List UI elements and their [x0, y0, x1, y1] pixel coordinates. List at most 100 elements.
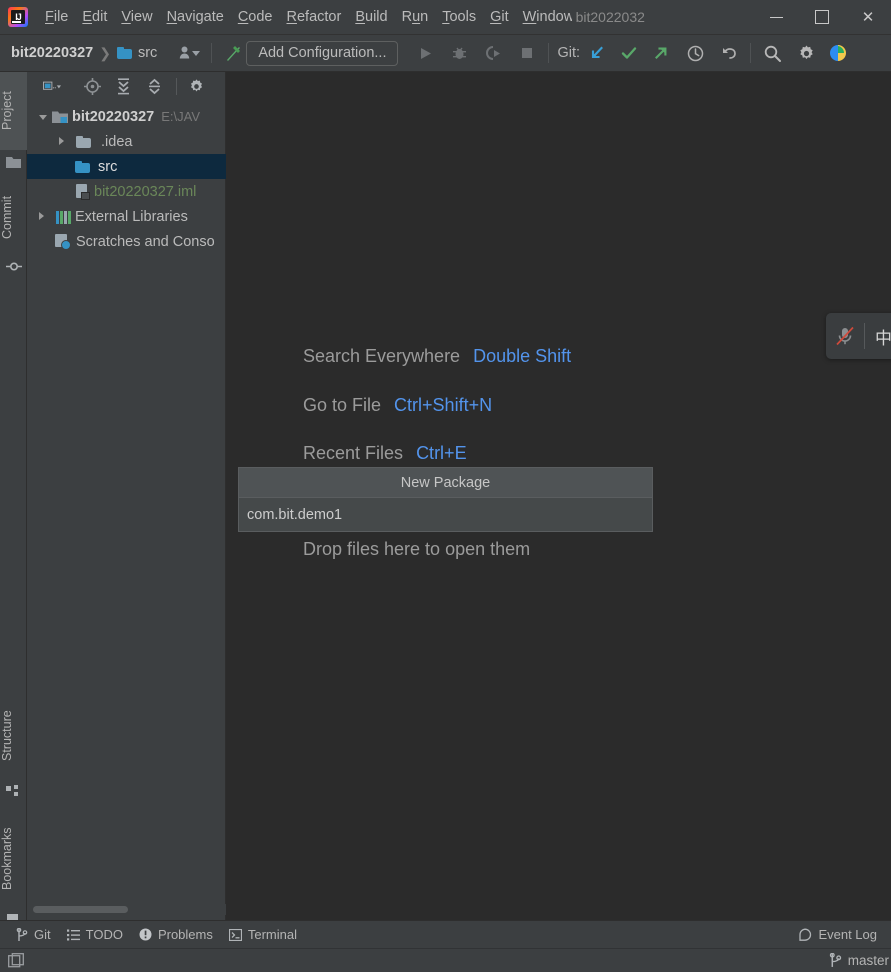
tree-label-module: bit20220327 — [72, 108, 155, 125]
new-package-name-input[interactable]: com.bit.demo1 — [239, 498, 652, 531]
hint-shortcut-recent-files: Ctrl+E — [416, 443, 467, 463]
new-package-popup: New Package com.bit.demo1 — [238, 467, 653, 532]
menu-code[interactable]: Code — [231, 7, 280, 27]
event-log-icon — [798, 928, 812, 942]
project-horizontal-scrollbar[interactable] — [27, 904, 226, 915]
menu-build[interactable]: Build — [348, 7, 394, 27]
minimize-button[interactable] — [753, 0, 799, 35]
sidebar-item-project[interactable]: Project — [0, 72, 27, 150]
menu-tools[interactable]: Tools — [435, 7, 483, 27]
toolwindow-terminal-label: Terminal — [247, 927, 297, 942]
toolwindow-terminal[interactable]: Terminal — [228, 927, 297, 942]
terminal-icon — [228, 928, 242, 941]
sidebar-item-commit[interactable]: Commit — [0, 180, 27, 255]
hint-shortcut-go-to-file: Ctrl+Shift+N — [394, 395, 493, 415]
hint-label-search-everywhere: Search Everywhere — [303, 346, 461, 366]
plugin-icon[interactable] — [825, 40, 851, 66]
breadcrumb-project[interactable]: bit20220327 — [11, 45, 93, 61]
settings-gear-icon[interactable] — [187, 77, 205, 95]
structure-icon[interactable] — [6, 785, 21, 800]
close-button[interactable]: ✕ — [845, 0, 891, 35]
project-folder-icon[interactable] — [6, 156, 21, 171]
git-branch-icon — [16, 927, 28, 942]
hint-drop-files: Drop files here to open them — [303, 539, 531, 559]
run-with-coverage-icon[interactable] — [480, 40, 506, 66]
tree-row-module[interactable]: bit20220327 E:\JAV — [27, 104, 226, 129]
stop-icon[interactable] — [514, 40, 540, 66]
status-bar-branch[interactable]: master — [829, 953, 889, 968]
toolwindow-event-log-label: Event Log — [818, 927, 877, 942]
git-update-project-icon[interactable] — [584, 40, 610, 66]
project-view-select-icon[interactable] — [43, 77, 61, 95]
window-controls: ✕ — [753, 0, 891, 35]
scratches-icon — [55, 233, 71, 250]
menu-view[interactable]: View — [114, 7, 159, 27]
maximize-button[interactable] — [799, 0, 845, 35]
run-icon[interactable] — [412, 40, 438, 66]
sidebar-item-structure[interactable]: Structure — [0, 692, 27, 780]
hint-label-recent-files: Recent Files — [303, 443, 404, 463]
git-rollback-icon[interactable] — [716, 40, 742, 66]
menu-window[interactable]: Window — [516, 7, 572, 27]
tree-module-path: E:\JAV — [161, 109, 201, 124]
tree-label-src: src — [98, 158, 118, 175]
menu-file[interactable]: File — [38, 7, 75, 27]
add-configuration-button[interactable]: Add Configuration... — [246, 40, 399, 66]
project-panel-toolbar — [27, 72, 225, 100]
ime-language-indicator[interactable]: 中 — [865, 324, 891, 349]
toolbar-divider — [211, 43, 213, 63]
microphone-muted-icon[interactable] — [826, 325, 864, 347]
status-bar: master — [0, 948, 891, 972]
expand-all-icon[interactable] — [114, 77, 132, 95]
commit-icon[interactable] — [6, 260, 22, 275]
hint-shortcut-search-everywhere: Double Shift — [473, 346, 572, 366]
folder-icon — [76, 135, 91, 148]
tree-row-external-libraries[interactable]: External Libraries — [27, 204, 226, 229]
git-commit-icon[interactable] — [616, 40, 642, 66]
user-dropdown-icon[interactable] — [177, 40, 203, 66]
left-tool-window-strip: Project Commit Structure Bookmarks — [0, 72, 27, 929]
collapse-all-icon[interactable] — [145, 77, 163, 95]
toolbar-divider-3 — [750, 43, 752, 63]
tree-row-scratches[interactable]: Scratches and Conso — [27, 229, 226, 254]
menu-git[interactable]: Git — [483, 7, 516, 27]
toggle-tool-windows-icon[interactable] — [8, 952, 24, 969]
git-label: Git: — [557, 45, 581, 61]
search-everywhere-icon[interactable] — [759, 40, 785, 66]
todo-list-icon — [66, 929, 80, 941]
breadcrumb-src[interactable]: src — [138, 45, 157, 61]
chevron-right-icon[interactable] — [55, 135, 69, 149]
project-tool-window: bit20220327 E:\JAV .idea src bit20220327… — [27, 72, 226, 920]
intellij-idea-logo-icon: IJ — [8, 7, 28, 27]
scroll-from-source-icon[interactable] — [83, 77, 101, 95]
hint-label-go-to-file: Go to File — [303, 395, 382, 415]
scrollbar-thumb[interactable] — [33, 906, 128, 913]
tree-row-idea[interactable]: .idea — [27, 129, 226, 154]
build-hammer-icon[interactable] — [220, 40, 246, 66]
menu-edit[interactable]: Edit — [75, 7, 114, 27]
chevron-right-icon[interactable] — [35, 210, 49, 224]
toolwindow-problems[interactable]: Problems — [139, 927, 213, 942]
settings-gear-icon[interactable] — [793, 40, 819, 66]
toolbar-divider-2 — [548, 43, 550, 63]
tree-row-src[interactable]: src — [27, 154, 226, 179]
toolwindow-todo[interactable]: TODO — [66, 927, 123, 942]
idea-window: IJ File Edit View Navigate Code Refactor… — [0, 0, 891, 972]
toolwindow-todo-label: TODO — [85, 927, 123, 942]
debug-icon[interactable] — [446, 40, 472, 66]
git-history-icon[interactable] — [682, 40, 708, 66]
menu-navigate[interactable]: Navigate — [160, 7, 231, 27]
sidebar-item-bookmarks[interactable]: Bookmarks — [0, 809, 27, 909]
source-folder-icon — [75, 160, 90, 173]
module-folder-icon — [52, 110, 68, 124]
bottom-tool-window-bar: Git TODO Problems Terminal Event Log — [0, 920, 891, 948]
menu-run[interactable]: Run — [395, 7, 436, 27]
tree-row-iml[interactable]: bit20220327.iml — [27, 179, 226, 204]
toolwindow-git[interactable]: Git — [16, 927, 51, 942]
menu-refactor[interactable]: Refactor — [280, 7, 349, 27]
window-title: bit2022032 — [575, 9, 645, 25]
git-push-icon[interactable] — [648, 40, 674, 66]
toolwindow-event-log[interactable]: Event Log — [798, 927, 877, 942]
chevron-down-icon[interactable] — [37, 110, 51, 124]
project-tree: bit20220327 E:\JAV .idea src bit20220327… — [27, 104, 226, 254]
